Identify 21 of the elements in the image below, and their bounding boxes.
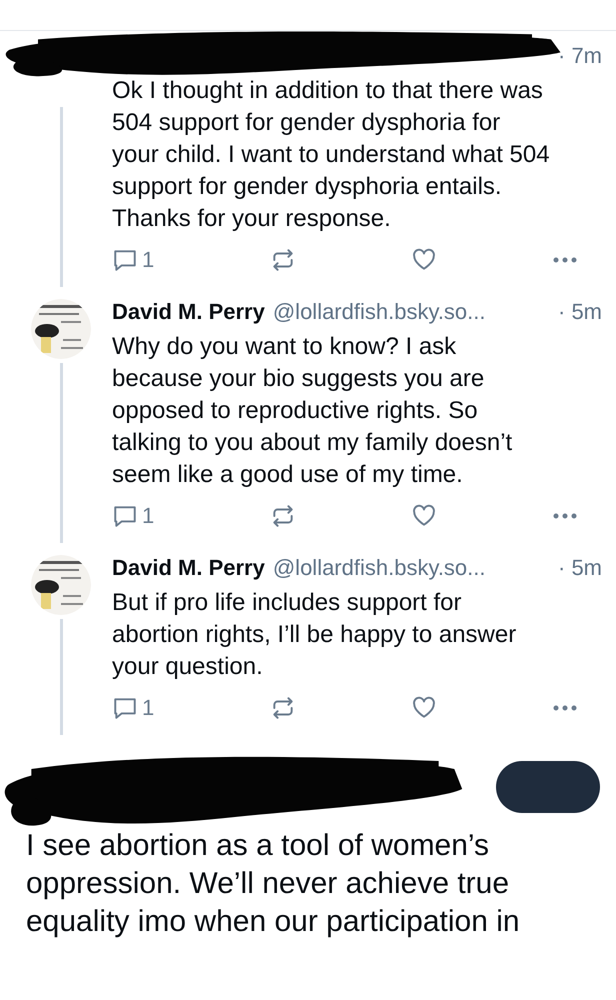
author-handle[interactable]: @lollardfish.bsky.so... — [272, 299, 486, 325]
more-icon — [552, 704, 578, 712]
follow-button[interactable] — [496, 761, 600, 813]
post-text: I see abortion as a tool of women’s oppression. We’ll never achieve true equality imo when our participation in — [25, 828, 521, 940]
post-time: · 5m — [558, 555, 602, 581]
post-time: · 7m — [558, 43, 602, 69]
author-name[interactable]: David M. Perry — [112, 299, 265, 325]
post-time: · 5m — [558, 299, 602, 325]
reply-button[interactable]: 1 — [112, 247, 154, 273]
more-button[interactable] — [552, 512, 578, 520]
more-icon — [552, 512, 578, 520]
reply-button[interactable]: 1 — [112, 503, 154, 529]
author-handle[interactable]: @lollardfish.bsky.so... — [272, 555, 486, 581]
post-text: But if pro life includes support for abortion rights, I’ll be happy to answer your question. — [112, 588, 518, 682]
more-button[interactable] — [552, 704, 578, 712]
reply-button[interactable]: 1 — [112, 695, 154, 721]
more-icon — [552, 256, 578, 264]
more-button[interactable] — [552, 256, 578, 264]
author-name[interactable]: David M. Perry — [112, 555, 265, 581]
post-text: Ok I thought in addition to that there was 504 support for gender dysphoria for your child. I want to understand what 504 support for gender dysphoria entails. Thanks for your response. — [112, 76, 551, 234]
post-text: Why do you want to know? I ask because your bio suggests you are opposed to reproductive rights. So talking to you about my family doesn’t seem like a good use of my time. — [112, 332, 514, 490]
